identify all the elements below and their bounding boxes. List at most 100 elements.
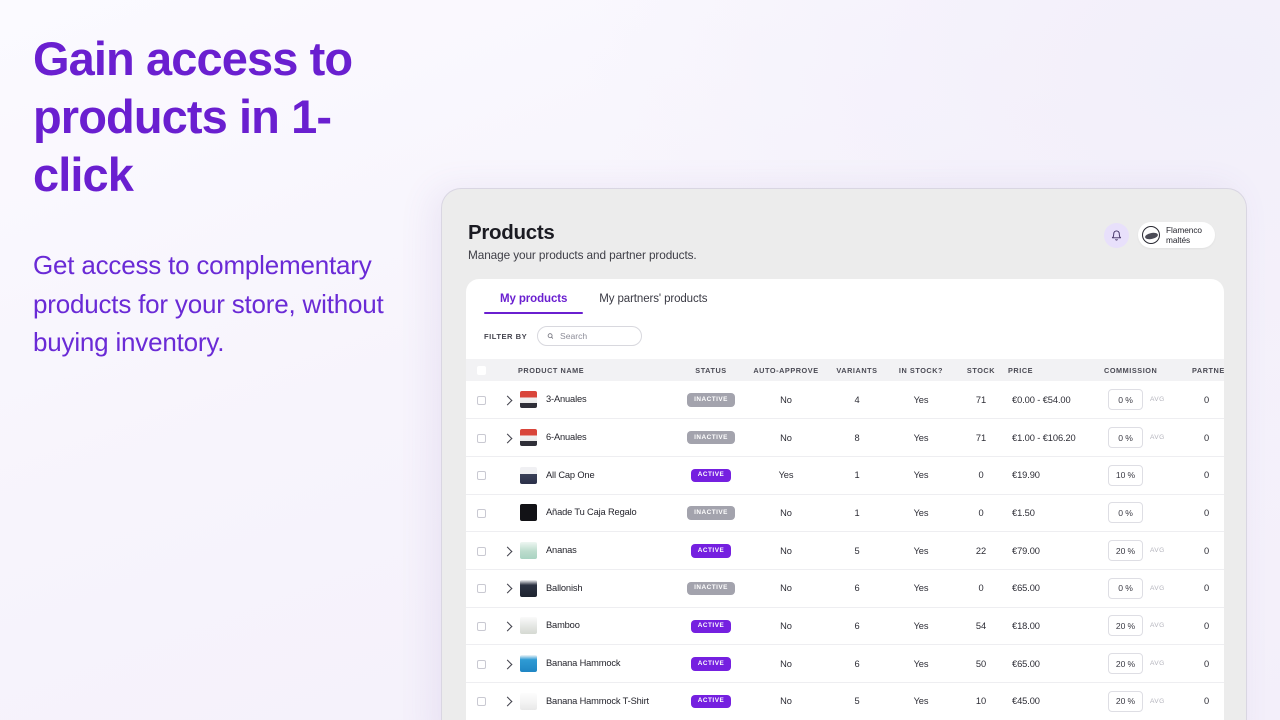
commission-input[interactable]: 10 % bbox=[1108, 464, 1143, 486]
table-row[interactable]: Añade Tu Caja Regalo Inactive No 1 Yes 0… bbox=[466, 494, 1224, 532]
cell-partners: 0 bbox=[1204, 545, 1210, 556]
row-expand-cell[interactable] bbox=[496, 607, 518, 645]
cell-status: Active bbox=[676, 645, 746, 683]
chevron-right-icon[interactable] bbox=[502, 395, 512, 406]
tab-my-products[interactable]: My products bbox=[484, 293, 584, 314]
cell-product-name: Ananas bbox=[518, 532, 676, 570]
commission-input[interactable]: 20 % bbox=[1108, 540, 1143, 562]
product-name-text: Banana Hammock T-Shirt bbox=[546, 695, 649, 706]
select-all-header[interactable] bbox=[466, 359, 496, 381]
cell-stock: 71 bbox=[975, 432, 987, 443]
notifications-button[interactable] bbox=[1103, 222, 1129, 248]
table-row[interactable]: Ananas Active No 5 Yes 22 €79.00 20 % AV… bbox=[466, 532, 1224, 570]
commission-input[interactable]: 20 % bbox=[1108, 615, 1143, 637]
cell-partners: 0 bbox=[1204, 470, 1210, 481]
row-expand-cell[interactable] bbox=[496, 645, 518, 683]
table-row[interactable]: 3-Anuales Inactive No 4 Yes 71 €0.00 - €… bbox=[466, 381, 1224, 419]
table-row[interactable]: Banana Hammock T-Shirt Active No 5 Yes 1… bbox=[466, 683, 1224, 720]
row-expand-cell[interactable] bbox=[496, 683, 518, 720]
col-partners: Partners bbox=[1192, 359, 1224, 381]
chevron-right-icon[interactable] bbox=[502, 546, 512, 557]
chevron-right-icon[interactable] bbox=[502, 583, 512, 594]
search-icon bbox=[547, 333, 554, 339]
commission-input[interactable]: 20 % bbox=[1108, 690, 1143, 712]
row-select-cell[interactable] bbox=[466, 607, 496, 645]
product-name-text: 3-Anuales bbox=[546, 394, 587, 405]
status-badge: Active bbox=[690, 544, 732, 558]
product-name-text: All Cap One bbox=[546, 469, 595, 480]
cell-partners: 0 bbox=[1204, 507, 1210, 518]
cell-product-name: Banana Hammock T-Shirt bbox=[518, 683, 676, 720]
cell-auto-approve: No bbox=[780, 507, 792, 518]
row-select-cell[interactable] bbox=[466, 419, 496, 457]
row-checkbox[interactable] bbox=[476, 546, 486, 556]
commission-input[interactable]: 0 % bbox=[1108, 577, 1143, 599]
row-checkbox[interactable] bbox=[476, 508, 486, 518]
row-checkbox[interactable] bbox=[476, 621, 486, 631]
chevron-right-icon[interactable] bbox=[502, 659, 512, 670]
chevron-right-icon[interactable] bbox=[502, 433, 512, 444]
search-input[interactable] bbox=[559, 331, 633, 341]
row-checkbox[interactable] bbox=[476, 395, 486, 405]
row-checkbox[interactable] bbox=[476, 433, 486, 443]
cell-stock: 71 bbox=[975, 394, 987, 405]
row-select-cell[interactable] bbox=[466, 532, 496, 570]
user-menu[interactable]: Flamenco maltés bbox=[1137, 222, 1215, 248]
product-thumbnail bbox=[520, 429, 537, 447]
row-checkbox[interactable] bbox=[476, 584, 486, 594]
row-select-cell[interactable] bbox=[466, 569, 496, 607]
table-row[interactable]: Bamboo Active No 6 Yes 54 €18.00 20 % AV… bbox=[466, 607, 1224, 645]
status-badge: Active bbox=[690, 694, 732, 709]
row-select-cell[interactable] bbox=[466, 494, 496, 532]
col-product-name: Product name bbox=[518, 359, 676, 381]
commission-input[interactable]: 0 % bbox=[1108, 389, 1143, 411]
cell-commission: 20 % AVG bbox=[1104, 532, 1192, 570]
product-thumbnail bbox=[520, 692, 537, 710]
row-expand-cell[interactable] bbox=[496, 419, 518, 457]
cell-product-name: Añade Tu Caja Regalo bbox=[518, 494, 676, 532]
row-select-cell[interactable] bbox=[466, 645, 496, 683]
table-body: 3-Anuales Inactive No 4 Yes 71 €0.00 - €… bbox=[466, 381, 1224, 720]
cell-price: €1.50 bbox=[1012, 507, 1035, 518]
cell-stock: 0 bbox=[978, 470, 984, 481]
table-row[interactable]: Ballonish Inactive No 6 Yes 0 €65.00 0 %… bbox=[466, 569, 1224, 608]
tab-my-partners-products[interactable]: My partners' products bbox=[583, 293, 723, 314]
table-row[interactable]: Banana Hammock Active No 6 Yes 50 €65.00… bbox=[466, 645, 1224, 683]
select-all-checkbox[interactable] bbox=[476, 365, 486, 375]
row-checkbox[interactable] bbox=[476, 697, 486, 707]
col-auto-approve: Auto-approve bbox=[746, 359, 826, 381]
page-root: Gain access to products in 1-click Get a… bbox=[0, 0, 1280, 720]
cell-price: €0.00 - €54.00 bbox=[1012, 394, 1071, 405]
col-status: Status bbox=[676, 359, 746, 381]
row-checkbox[interactable] bbox=[476, 471, 486, 481]
search-box[interactable] bbox=[537, 326, 643, 346]
cell-auto-approve: No bbox=[780, 394, 792, 405]
cell-price: €79.00 bbox=[1012, 545, 1040, 556]
row-expand-cell[interactable] bbox=[496, 569, 518, 607]
commission-input[interactable]: 20 % bbox=[1108, 653, 1143, 675]
product-thumbnail bbox=[520, 542, 537, 560]
row-select-cell[interactable] bbox=[466, 683, 496, 720]
cell-auto-approve: No bbox=[780, 620, 792, 631]
cell-product-name: Ballonish bbox=[518, 569, 676, 607]
cell-in-stock: Yes bbox=[913, 696, 929, 707]
table-row[interactable]: All Cap One Active Yes 1 Yes 0 €19.90 10… bbox=[466, 456, 1224, 495]
cell-partners: 0 bbox=[1204, 620, 1210, 631]
row-select-cell[interactable] bbox=[466, 456, 496, 494]
commission-input[interactable]: 0 % bbox=[1108, 502, 1143, 524]
cell-in-stock: Yes bbox=[913, 394, 929, 405]
cell-auto-approve: No bbox=[780, 696, 792, 707]
cell-stock: 0 bbox=[978, 507, 984, 518]
table-row[interactable]: 6-Anuales Inactive No 8 Yes 71 €1.00 - €… bbox=[466, 419, 1224, 457]
row-expand-cell[interactable] bbox=[496, 381, 518, 419]
row-select-cell[interactable] bbox=[466, 381, 496, 419]
cell-status: Inactive bbox=[676, 419, 746, 457]
row-checkbox[interactable] bbox=[476, 659, 486, 669]
expander-header bbox=[496, 359, 518, 381]
chevron-right-icon[interactable] bbox=[502, 621, 512, 632]
cell-price: €45.00 bbox=[1012, 696, 1040, 707]
commission-input[interactable]: 0 % bbox=[1108, 427, 1143, 449]
row-expand-cell[interactable] bbox=[496, 532, 518, 570]
filter-bar: Filter by bbox=[466, 314, 1224, 359]
chevron-right-icon[interactable] bbox=[502, 696, 512, 707]
